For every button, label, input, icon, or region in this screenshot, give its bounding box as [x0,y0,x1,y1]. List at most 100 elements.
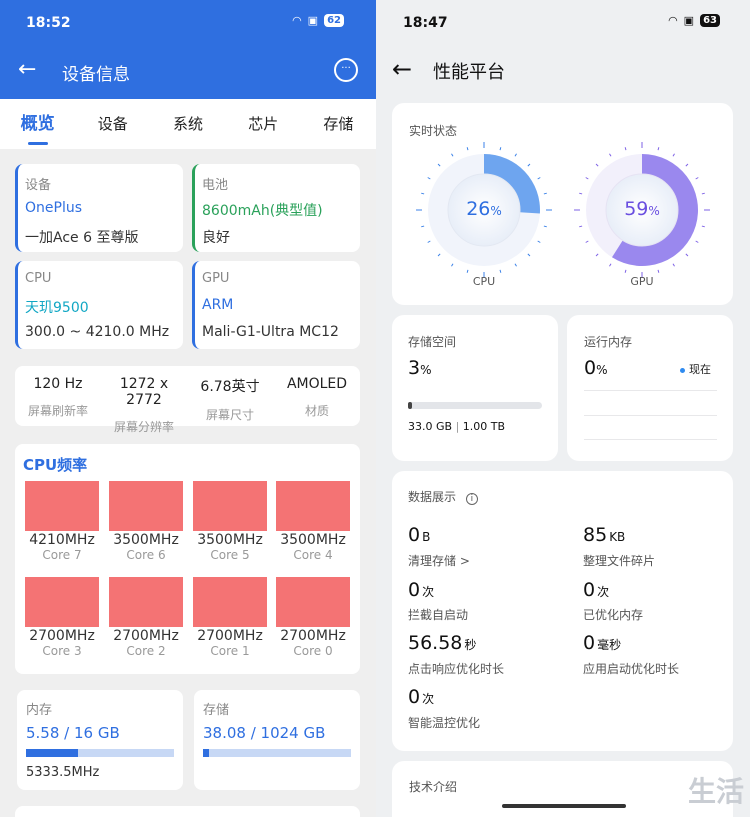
battery-card[interactable]: 电池 8600mAh(典型值) 良好 [192,164,360,252]
tab-overview[interactable]: 概览 [0,99,75,149]
gauge-tick [437,163,441,167]
storage-card[interactable]: 存储 38.08 / 1024 GB [194,690,360,790]
ram-caption: 运行内存 [584,335,633,349]
stat-unit: 次 [597,585,610,599]
gpu-card[interactable]: GPU ARM Mali-G1-Ultra MC12 [192,261,360,349]
gpu-caption: GPU [202,271,230,286]
ram-percent-unit: % [596,363,608,377]
gauge-tick [514,263,517,267]
cpu-card[interactable]: CPU 天玑9500 300.0 ~ 4210.0 MHz [15,261,183,349]
ram-gridline [584,390,717,391]
core-frequency: 2700MHz [280,628,346,644]
storage-total: 1.00 TB [462,420,506,433]
battery-health: 良好 [202,230,230,246]
stat-autostart-label: 拦截自启动 [408,608,469,622]
tab-chip[interactable]: 芯片 [226,99,301,149]
gpu-name: ARM [202,297,234,313]
gpu-percent-readout: 59% [612,198,672,220]
gauge-tick [624,147,627,151]
gauge-tick [527,253,531,257]
gauge-tick [585,177,589,180]
gauge-tick [579,192,583,195]
refresh-rate: 120 Hz 屏幕刷新率 [15,366,101,419]
stat-defrag-value: 85 KB [583,524,625,546]
gpu-model: Mali-G1-Ultra MC12 [202,324,339,340]
cpu-percent-readout: 26% [454,198,514,220]
gauge-tick [657,147,660,151]
core-usage-block [109,577,183,627]
chat-bubble-icon[interactable]: ··· [334,58,358,82]
stat-response-value: 56.58 秒 [408,632,476,654]
gauge-tick [499,269,502,273]
cpu-gauge-label: CPU [472,275,496,288]
stat-thermal-label: 智能温控优化 [408,716,481,730]
stat-value: 0 [583,632,596,654]
tab-storage[interactable]: 存储 [301,99,376,149]
memory-progress-fill [26,749,78,757]
gauge-tick [685,163,689,167]
stat-value: 56.58 [408,632,463,654]
gauge-tick [701,225,705,228]
tab-device[interactable]: 设备 [75,99,150,149]
core-tile: 2700MHz Core 3 [25,577,99,658]
core-usage-block [25,577,99,627]
resolution-value: 1272 x 2772 [119,376,169,408]
stat-clean-storage-label[interactable]: 清理存储 > [408,552,470,569]
back-arrow-icon[interactable]: ← [18,58,36,82]
gpu-percent-unit: % [648,204,660,218]
memory-card[interactable]: 内存 5.58 / 16 GB 5333.5MHz [17,690,183,790]
screen-material-label: 材质 [304,404,329,418]
storage-percent-readout: 3% [408,357,432,379]
realtime-status-card: 实时状态 26% 59% CPU GPU [392,103,733,305]
stat-response-label: 点击响应优化时长 [408,662,505,676]
wifi-icon: ◠ [668,14,678,27]
device-card[interactable]: 设备 OnePlus 一加Ace 6 至尊版 [15,164,183,252]
core-usage-block [193,577,267,627]
core-name: Core 7 [42,548,82,562]
gauges-graphic [416,142,710,278]
storage-used: 33.0 GB [408,420,453,433]
stat-unit: 秒 [464,638,477,652]
cpu-name: 天玑9500 [25,300,89,316]
resolution-label: 屏幕分辨率 [113,420,174,434]
gauge-tick [695,177,699,180]
gauge-tick [543,192,547,195]
ram-card[interactable]: 运行内存 0% 现在 [567,315,733,461]
gauge-tick [595,163,599,167]
core-name: Core 3 [42,644,82,658]
app-header: 18:52 ◠ ▣ 62 ← 设备信息 ··· [0,0,376,99]
storage-progress-bar [408,402,542,409]
memory-value: 5.58 / 16 GB [26,724,120,742]
stat-unit: 次 [422,692,435,706]
core-frequency: 2700MHz [197,628,263,644]
gauge-tick [514,153,517,157]
gauge-tick [421,225,425,228]
core-tile: 3500MHz Core 4 [276,481,350,562]
screen-size: 6.78英寸 屏幕尺寸 [187,366,273,423]
device-brand: OnePlus [25,200,83,216]
info-icon[interactable]: i [465,493,478,505]
core-name: Core 2 [126,644,166,658]
screen-material: AMOLED 材质 [274,366,360,419]
gpu-percent-value: 59 [624,198,649,220]
battery-capacity: 8600mAh(典型值) [202,203,323,219]
core-tile: 2700MHz Core 0 [276,577,350,658]
back-arrow-icon[interactable]: ← [392,55,412,83]
core-usage-block [109,481,183,531]
stat-autostart-value: 0次 [408,579,434,601]
gauge-tick [595,253,599,257]
tab-bar: 概览 设备 系统 芯片 存储 [0,99,376,149]
performance-screen: 18:47 ◠ ▣ 63 ← 性能平台 实时状态 26% 59% CPU GPU… [376,0,750,817]
status-icons: ◠ ▣ 63 [668,14,720,27]
gauge-tick [466,269,469,273]
gauge-tick [421,192,425,195]
stat-value: 0 [408,524,421,546]
gauge-tick [451,263,454,267]
gauge-tick [657,269,660,273]
gauge-tick [427,240,431,243]
tech-intro-card[interactable]: 技术介绍 [392,761,733,817]
data-display-title: 数据展示 [408,490,457,504]
storage-space-card[interactable]: 存储空间 3% 33.0 GB | 1.00 TB [392,315,558,461]
home-indicator[interactable] [502,804,626,808]
tab-system[interactable]: 系统 [150,99,225,149]
